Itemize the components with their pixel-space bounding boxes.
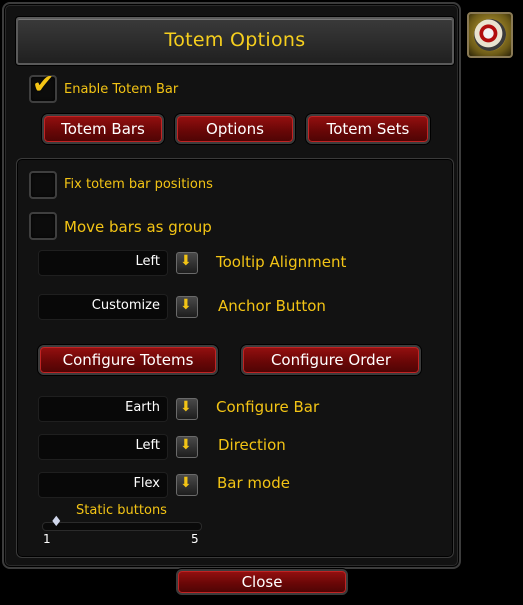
tab-options[interactable]: Options — [175, 114, 295, 144]
totem-addon-icon — [474, 19, 506, 51]
arrow-down-icon: ⬇ — [180, 253, 192, 269]
direction-value: Left — [135, 438, 160, 453]
slider-thumb[interactable]: ♦ — [50, 514, 63, 532]
dropdown-arrow-button[interactable]: ⬇ — [176, 398, 198, 420]
arrow-down-icon: ⬇ — [180, 437, 192, 453]
slider-track — [42, 522, 202, 531]
tab-totem-bars[interactable]: Totem Bars — [42, 114, 164, 144]
window-title: Totem Options — [164, 29, 306, 51]
static-buttons-slider[interactable]: ♦ — [42, 514, 202, 533]
configure-order-button[interactable]: Configure Order — [241, 345, 421, 375]
checkmark-icon: ✔ — [32, 69, 55, 100]
configure-bar-dropdown[interactable]: Earth ⬇ — [38, 394, 198, 424]
arrow-down-icon: ⬇ — [180, 399, 192, 415]
bar-mode-value: Flex — [133, 476, 160, 491]
slider-max-label: 5 — [191, 532, 199, 546]
slider-min-label: 1 — [43, 532, 51, 546]
anchor-button-label: Anchor Button — [218, 297, 326, 315]
static-buttons-label: Static buttons — [76, 503, 167, 518]
configure-bar-label: Configure Bar — [216, 398, 320, 416]
anchor-button-dropdown[interactable]: Customize ⬇ — [38, 292, 198, 322]
slider-thumb-icon: ♦ — [50, 514, 63, 530]
dropdown-arrow-button[interactable]: ⬇ — [176, 252, 198, 274]
anchor-button-value: Customize — [91, 298, 160, 313]
direction-dropdown[interactable]: Left ⬇ — [38, 432, 198, 462]
fix-positions-checkbox[interactable] — [29, 171, 57, 199]
tab-totem-sets[interactable]: Totem Sets — [306, 114, 430, 144]
bar-mode-dropdown[interactable]: Flex ⬇ — [38, 470, 198, 500]
configure-totems-button[interactable]: Configure Totems — [38, 345, 218, 375]
title-bar: Totem Options — [16, 17, 454, 65]
addon-minimap-button[interactable] — [467, 12, 513, 58]
arrow-down-icon: ⬇ — [180, 475, 192, 491]
direction-label: Direction — [218, 436, 286, 454]
bar-mode-label: Bar mode — [217, 474, 290, 492]
tooltip-alignment-dropdown[interactable]: Left ⬇ — [38, 248, 198, 278]
tooltip-alignment-value: Left — [135, 254, 160, 269]
dropdown-arrow-button[interactable]: ⬇ — [176, 436, 198, 458]
move-group-checkbox[interactable] — [29, 212, 57, 240]
dropdown-arrow-button[interactable]: ⬇ — [176, 296, 198, 318]
arrow-down-icon: ⬇ — [180, 297, 192, 313]
move-group-label: Move bars as group — [64, 218, 212, 236]
tooltip-alignment-label: Tooltip Alignment — [216, 253, 347, 271]
dropdown-arrow-button[interactable]: ⬇ — [176, 474, 198, 496]
enable-totem-bar-label: Enable Totem Bar — [64, 82, 179, 97]
fix-positions-label: Fix totem bar positions — [64, 177, 213, 192]
configure-bar-value: Earth — [125, 400, 160, 415]
close-button[interactable]: Close — [176, 569, 348, 595]
enable-totem-bar-checkbox[interactable]: ✔ — [29, 71, 57, 103]
